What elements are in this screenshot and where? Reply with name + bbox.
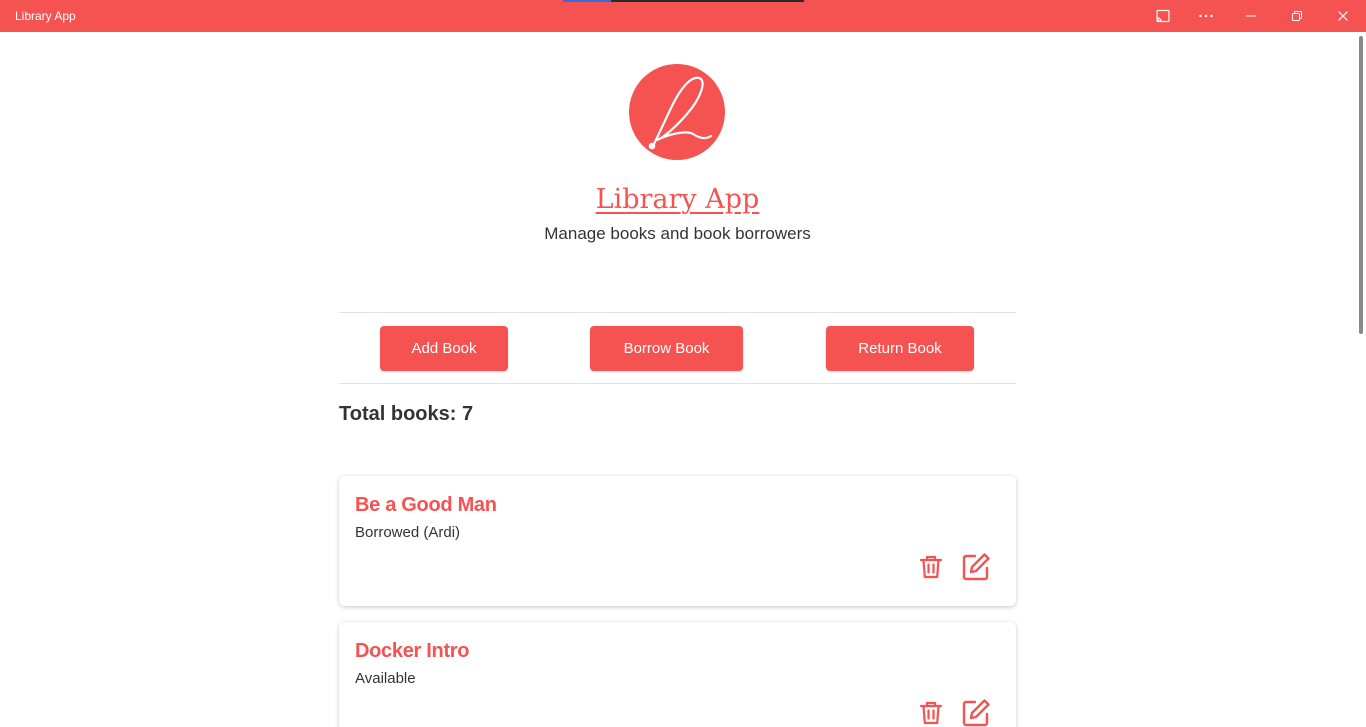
action-toolbar: Add Book Borrow Book Return Book — [339, 312, 1016, 384]
window-titlebar: Library App — [0, 0, 1366, 32]
edit-icon[interactable] — [959, 696, 993, 727]
add-book-button[interactable]: Add Book — [380, 326, 508, 371]
book-card: Docker Intro Available — [339, 622, 1016, 727]
window-title: Library App — [15, 9, 76, 23]
book-status: Borrowed (Ardi) — [355, 524, 461, 541]
trash-icon[interactable] — [914, 696, 948, 727]
app-logo — [629, 64, 725, 160]
minimize-icon[interactable] — [1228, 0, 1274, 32]
cast-icon[interactable] — [1140, 0, 1186, 32]
return-book-button[interactable]: Return Book — [826, 326, 974, 371]
edit-icon[interactable] — [959, 550, 993, 584]
borrow-book-button[interactable]: Borrow Book — [590, 326, 743, 371]
page-title[interactable]: Library App — [339, 184, 1016, 215]
close-icon[interactable] — [1320, 0, 1366, 32]
book-title: Docker Intro — [355, 640, 470, 662]
restore-icon[interactable] — [1274, 0, 1320, 32]
book-status: Available — [355, 670, 416, 687]
vertical-scrollbar[interactable] — [1359, 36, 1363, 334]
page-subtitle: Manage books and book borrowers — [544, 224, 811, 243]
titlebar-drag-indicator — [563, 0, 804, 2]
total-books-count: Total books: 7 — [339, 403, 474, 425]
more-icon[interactable] — [1183, 0, 1229, 32]
cursive-l-logo-icon — [648, 76, 713, 150]
book-title: Be a Good Man — [355, 494, 497, 516]
book-card: Be a Good Man Borrowed (Ardi) — [339, 476, 1016, 606]
trash-icon[interactable] — [914, 550, 948, 584]
